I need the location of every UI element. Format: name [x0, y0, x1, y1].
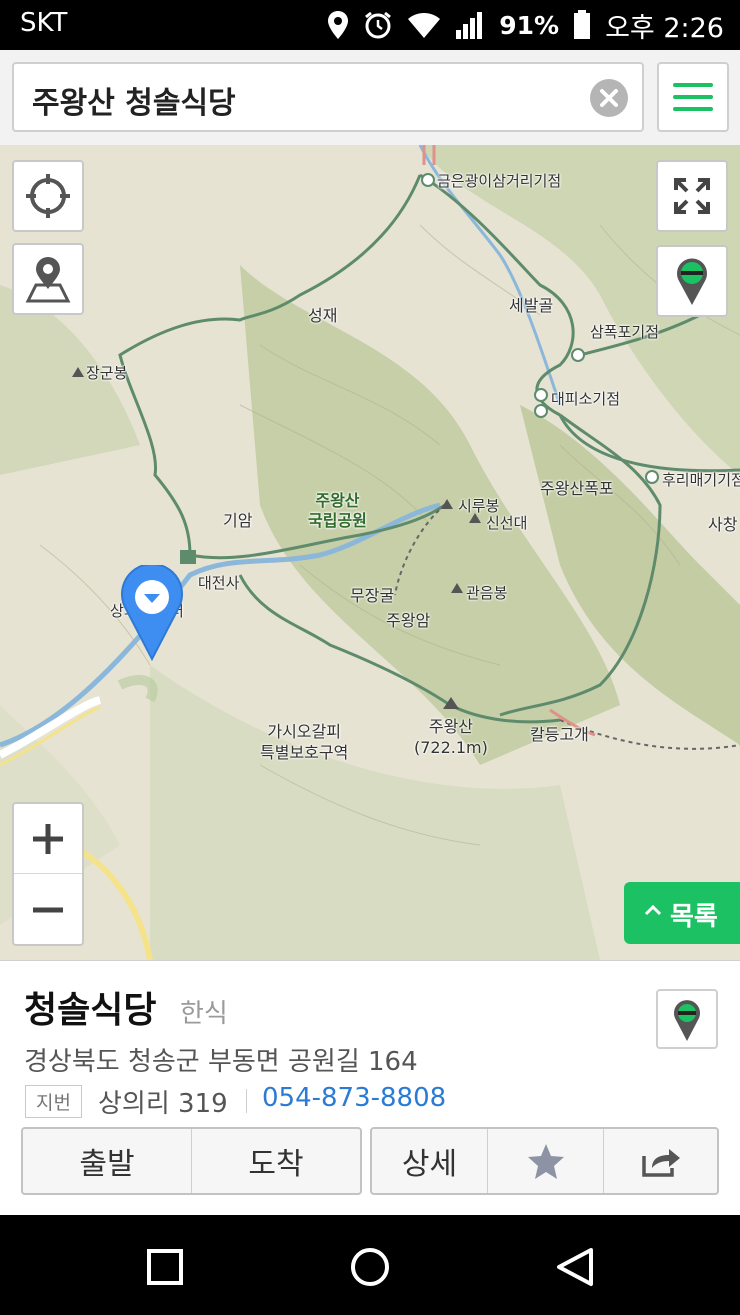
- location-pin-icon[interactable]: [120, 563, 184, 665]
- list-button-label: 목록: [670, 902, 718, 932]
- plus-icon: [33, 824, 63, 854]
- signal-icon: [455, 10, 485, 40]
- place-pin-button[interactable]: [12, 243, 84, 315]
- map-view[interactable]: 금은광이삼거리기점 성재 세발골 삼폭포기점 장군봉 대피소기점 후리매기기점 …: [0, 145, 740, 960]
- map-label-juwangam: 주왕암: [386, 611, 431, 630]
- detail-button[interactable]: 상세: [372, 1129, 487, 1193]
- chevron-up-icon: [644, 904, 662, 916]
- map-label-national-park: 주왕산 국립공원: [308, 491, 367, 531]
- wifi-icon: [407, 11, 441, 39]
- map-label-juwangsan-falls: 주왕산폭포: [540, 479, 614, 498]
- place-category: 한식: [180, 999, 228, 1029]
- search-query-text: 주왕산 청솔식당: [32, 86, 236, 121]
- map-label-mujanggul: 무장굴: [350, 586, 395, 605]
- park-label-line2: 국립공원: [308, 511, 367, 530]
- divider: [246, 1089, 247, 1113]
- map-pin-icon: [25, 257, 71, 303]
- map-label-geumeun: 금은광이삼거리기점: [437, 172, 562, 190]
- share-button[interactable]: [603, 1129, 717, 1193]
- favorite-button[interactable]: [487, 1129, 603, 1193]
- map-label-temple: 대전사: [198, 574, 240, 592]
- search-input[interactable]: 주왕산 청솔식당: [12, 62, 644, 132]
- place-name: 청솔식당: [24, 990, 157, 1031]
- map-label-gasio: 가시오갈피 특별보호구역: [260, 721, 348, 763]
- map-layer-button[interactable]: [656, 245, 728, 317]
- map-label-saechang: 사창: [708, 515, 738, 534]
- recent-apps-button[interactable]: [143, 1245, 187, 1289]
- home-icon: [351, 1248, 389, 1286]
- place-address: 경상북도 청송군 부동면 공원길 164: [24, 1047, 418, 1077]
- place-marker-button[interactable]: [656, 989, 718, 1049]
- zoom-out-button[interactable]: [14, 875, 82, 945]
- battery-icon: [573, 10, 591, 40]
- zoom-in-button[interactable]: [14, 804, 82, 874]
- gasio-line2: 특별보호구역: [260, 743, 349, 762]
- jibun-address: 상의리 319: [98, 1089, 228, 1119]
- action-button-group: 상세: [370, 1127, 719, 1195]
- map-label-kaldeung: 칼등고개: [530, 725, 589, 744]
- map-label-seongjae: 성재: [308, 306, 338, 325]
- minus-icon: [33, 907, 63, 913]
- system-nav-bar: [0, 1215, 740, 1315]
- clear-icon[interactable]: [590, 79, 628, 117]
- route-button-group: 출발 도착: [21, 1127, 362, 1195]
- crosshair-icon: [26, 174, 70, 218]
- marker-layer-icon: [677, 258, 707, 305]
- jibun-tag: 지번: [25, 1085, 82, 1118]
- gasio-line1: 가시오갈피: [267, 722, 341, 741]
- current-location-button[interactable]: [12, 160, 84, 232]
- summit-name: 주왕산: [428, 717, 474, 736]
- map-label-hurimaegi: 후리매기기점: [662, 471, 740, 489]
- map-label-giam: 기암: [223, 511, 253, 530]
- home-button[interactable]: [348, 1245, 392, 1289]
- recent-apps-icon: [147, 1249, 183, 1285]
- list-button[interactable]: 목록: [624, 882, 740, 944]
- hamburger-menu-icon: [673, 83, 713, 111]
- back-button[interactable]: [553, 1245, 597, 1289]
- star-icon: [527, 1144, 564, 1179]
- marker-layer-icon: [674, 1000, 700, 1041]
- alarm-icon: [363, 10, 393, 40]
- map-label-summit: 주왕산 (722.1m): [414, 716, 488, 758]
- place-info-panel: 청솔식당 한식 경상북도 청송군 부동면 공원길 164 지번 상의리 319 …: [0, 960, 740, 1215]
- battery-percent: 91%: [499, 10, 560, 40]
- share-icon: [641, 1149, 680, 1177]
- back-icon: [557, 1248, 593, 1286]
- map-terrain: [0, 145, 740, 960]
- status-bar: SKT 91% 오후 2:26: [0, 0, 740, 50]
- carrier-label: SKT: [20, 8, 68, 38]
- fullscreen-icon: [674, 178, 710, 214]
- map-label-gwaneumbong: 관음봉: [466, 584, 508, 602]
- zoom-control: [12, 802, 84, 946]
- map-label-janggunbong: 장군봉: [86, 364, 128, 382]
- fullscreen-button[interactable]: [656, 160, 728, 232]
- depart-button[interactable]: 출발: [23, 1129, 191, 1193]
- location-icon: [327, 10, 349, 40]
- map-label-sebalgol: 세발골: [509, 296, 554, 315]
- map-label-sampokpo: 삼폭포기점: [590, 323, 660, 341]
- map-label-daepiso: 대피소기점: [551, 390, 621, 408]
- menu-button[interactable]: [657, 62, 729, 132]
- phone-link[interactable]: 054-873-8808: [262, 1083, 446, 1113]
- map-label-sinseondae: 신선대: [486, 514, 528, 532]
- summit-height: (722.1m): [414, 738, 488, 757]
- clock: 오후 2:26: [605, 12, 724, 44]
- arrive-button[interactable]: 도착: [191, 1129, 360, 1193]
- park-label-line1: 주왕산: [315, 491, 360, 510]
- search-bar: 주왕산 청솔식당: [0, 50, 740, 145]
